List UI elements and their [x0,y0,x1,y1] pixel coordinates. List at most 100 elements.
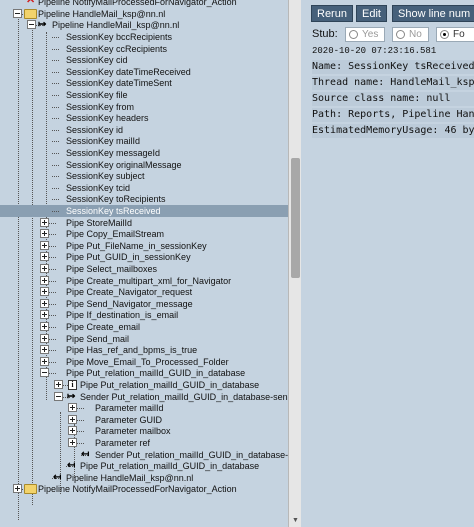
tree-item-label: SessionKey toRecipients [66,194,166,204]
tree-connector [52,83,59,84]
expand-plus-icon[interactable] [54,380,63,389]
tree-item-label: Pipeline NotifyMailProcessedForNavigator… [38,484,237,494]
expand-plus-icon[interactable] [40,287,49,296]
expand-plus-icon[interactable] [68,403,77,412]
tree-item-label: SessionKey file [66,90,128,100]
tree-item[interactable]: Pipe Put_GUID_in_sessionKey [0,251,288,263]
expand-plus-icon[interactable] [40,357,49,366]
expand-plus-icon[interactable] [68,415,77,424]
rerun-button[interactable]: Rerun [311,5,353,22]
expand-plus-icon[interactable] [13,484,22,493]
expand-plus-icon[interactable] [40,322,49,331]
tree-item[interactable]: Pipe Create_Navigator_request [0,286,288,298]
tree-connector [77,408,84,409]
tree-item-label: Pipe Copy_EmailStream [66,229,165,239]
collapse-minus-icon[interactable] [54,392,63,401]
tree-item-label: Pipe Create_Navigator_request [66,287,193,297]
tree-item[interactable]: SessionKey bccRecipients [0,31,288,43]
tree-item-label: Pipeline NotifyMailProcessedForNavigator… [38,0,237,7]
tree-connector [52,49,59,50]
stub-no-radio[interactable]: No [392,27,429,42]
tree-connector [77,431,84,432]
report-timestamp: 2020-10-20 07:23:16.581 [312,46,437,56]
show-line-numbers-button[interactable]: Show line num [392,5,474,22]
expand-plus-icon[interactable] [40,218,49,227]
detail-panel: Rerun Edit Show line num Stub: Yes No Fo… [303,0,474,527]
tree-item-label: SessionKey bccRecipients [66,32,173,42]
tree-connector [49,304,56,305]
info-memory-line: EstimatedMemoryUsage: 46 by [312,124,474,138]
expand-plus-icon[interactable] [68,438,77,447]
tree-connector [52,199,59,200]
tree-connector [52,165,59,166]
tree-item[interactable]: SessionKey toRecipients [0,193,288,205]
tree-item-selected[interactable]: SessionKey tsReceived [0,205,288,217]
tree-connector [77,443,84,444]
expand-plus-icon[interactable] [40,299,49,308]
tree-item[interactable]: ↤ Pipe Put_relation_mailId_GUID_in_databa… [0,460,288,472]
tree-item[interactable]: Pipe Put_relation_mailId_GUID_in_databas… [0,367,288,379]
tree-item[interactable]: SessionKey mailId [0,135,288,147]
tree-item[interactable]: Pipe Has_ref_and_bpms_is_true [0,344,288,356]
tree-item[interactable]: ↦ Pipeline HandleMail_ksp@nn.nl [0,19,288,31]
expand-plus-icon[interactable] [40,252,49,261]
stub-yes-label: Yes [362,29,379,40]
collapse-minus-icon[interactable] [13,9,22,18]
tree-vertical-scrollbar[interactable]: ▼ [288,0,301,527]
tree-item-label: Pipe Put_GUID_in_sessionKey [66,252,191,262]
arrow-icon: ↦ [38,19,47,30]
tree-item[interactable]: Parameter ref [0,437,288,449]
tree-connector [49,362,56,363]
tree-item[interactable]: ✕ Pipeline NotifyMailProcessedForNavigato… [0,0,288,8]
tree-item-label: Pipe Create_email [66,322,141,332]
stub-no-label: No [409,29,422,40]
tree-item[interactable]: SessionKey file [0,89,288,101]
tree-item[interactable]: Pipeline NotifyMailProcessedForNavigator… [0,483,288,495]
collapse-minus-icon[interactable] [40,368,49,377]
expand-plus-icon[interactable] [40,229,49,238]
tree-connector [52,95,59,96]
tree-item[interactable]: Pipe Copy_EmailStream [0,228,288,240]
expand-plus-icon[interactable] [40,345,49,354]
expand-plus-icon[interactable] [68,426,77,435]
stub-label: Stub: [312,28,338,40]
collapse-minus-icon[interactable] [27,20,36,29]
tree-item[interactable]: SessionKey headers [0,112,288,124]
stub-yes-radio[interactable]: Yes [345,27,386,42]
expand-plus-icon[interactable] [40,241,49,250]
tree-connector [49,281,56,282]
tree-connector [52,211,59,212]
expand-plus-icon[interactable] [40,276,49,285]
tree-connector [49,339,56,340]
tree-connector [49,223,56,224]
tree-connector [77,420,84,421]
tree-item[interactable]: i Pipe Put_relation_mailId_GUID_in_databa… [0,379,288,391]
tree-item[interactable]: SessionKey cid [0,54,288,66]
tree-connector [49,246,56,247]
tree-item-label: SessionKey tsReceived [66,206,161,216]
scrollbar-thumb[interactable] [291,158,300,278]
tree-connector [52,118,59,119]
tree-item[interactable]: Parameter mailId [0,402,288,414]
tree-item[interactable]: Pipe If_destination_is_email [0,309,288,321]
tree-item-label: Parameter mailId [95,403,164,413]
tree-item[interactable]: SessionKey subject [0,170,288,182]
expand-plus-icon[interactable] [40,310,49,319]
tree-item-label: Pipeline HandleMail_ksp@nn.nl [52,20,180,30]
tree-item[interactable]: SessionKey dateTimeSent [0,77,288,89]
expand-plus-icon[interactable] [40,334,49,343]
scroll-down-arrow-icon[interactable]: ▼ [292,517,299,525]
error-x-icon: ✕ [26,0,36,6]
tree-item[interactable]: Pipe Select_mailboxes [0,263,288,275]
tree-connector [52,37,59,38]
folder-icon [24,484,37,494]
tree-item[interactable]: SessionKey messageId [0,147,288,159]
tree-item[interactable]: Parameter mailbox [0,425,288,437]
stub-fo-radio[interactable]: Fo [436,27,474,42]
tree-item-label: Pipe Put_relation_mailId_GUID_in_databas… [66,368,246,378]
expand-plus-icon[interactable] [40,264,49,273]
edit-button[interactable]: Edit [356,5,387,22]
tree-connector [52,107,59,108]
tree-item[interactable]: Pipe Create_email [0,321,288,333]
tree-item-label: Parameter mailbox [95,426,171,436]
